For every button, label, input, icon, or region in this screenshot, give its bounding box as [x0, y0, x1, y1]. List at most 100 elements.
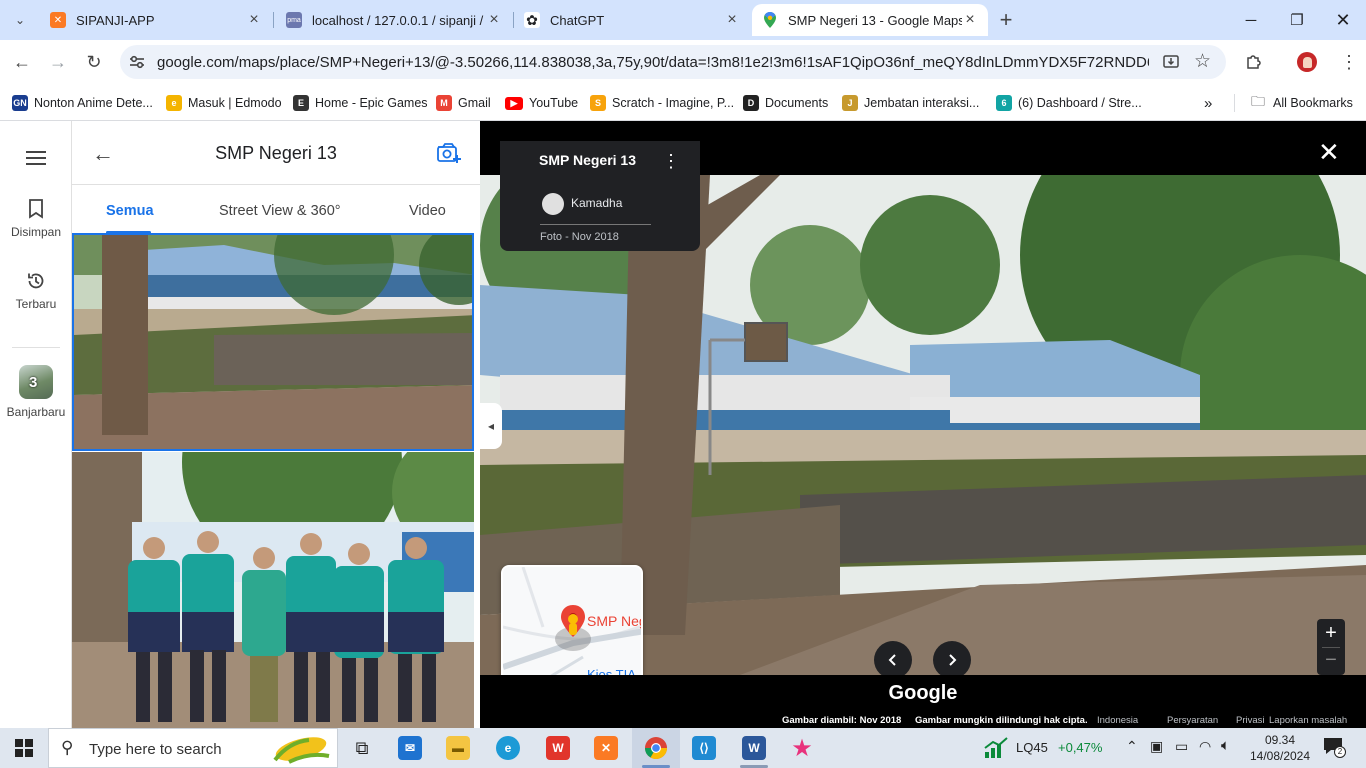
url-text[interactable]: google.com/maps/place/SMP+Negeri+13/@-3.… [157, 54, 1149, 71]
tab-street-view[interactable]: Street View & 360° [219, 203, 341, 219]
minus-icon: − [1325, 649, 1337, 671]
bookmarks-overflow-button[interactable]: » [1204, 92, 1212, 114]
security-tray-icon[interactable]: ▣ [1150, 738, 1163, 755]
reload-button[interactable]: ↻ [78, 46, 110, 78]
tab-chatgpt[interactable]: ✿ ChatGPT × [514, 4, 750, 36]
close-icon[interactable]: × [724, 11, 740, 29]
collapse-panel-button[interactable]: ◂ [480, 403, 502, 449]
zoom-out-button[interactable]: − [1317, 647, 1345, 675]
close-viewer-button[interactable]: ✕ [1318, 139, 1340, 165]
notification-count-badge: 2 [1334, 746, 1346, 758]
clock[interactable]: 09.34 14/08/2024 [1248, 732, 1312, 764]
new-tab-button[interactable]: + [990, 4, 1022, 36]
footer-terms-link[interactable]: Persyaratan [1167, 715, 1218, 726]
tab-semua[interactable]: Semua [106, 203, 154, 219]
close-icon[interactable]: × [962, 11, 978, 29]
volume-icon[interactable]: 🔈︎ [1221, 737, 1230, 754]
bookmark-gmail[interactable]: M Gmail [436, 92, 491, 114]
show-hidden-icons-button[interactable]: ⌃ [1126, 738, 1138, 755]
profile-avatar[interactable] [1297, 52, 1317, 72]
taskbar-search-box[interactable]: ⚲ Type here to search [48, 728, 338, 768]
file-explorer-app[interactable]: ▬ [434, 728, 482, 768]
stock-ticker[interactable]: LQ45 [1016, 740, 1048, 755]
address-bar[interactable]: google.com/maps/place/SMP+Negeri+13/@-3.… [120, 45, 1226, 79]
edge-app[interactable]: e [484, 728, 532, 768]
next-photo-button[interactable] [933, 641, 971, 679]
photo-thumbnail-teachers-group[interactable] [72, 452, 474, 728]
windows-taskbar: ⚲ Type here to search ⧉ ✉ ▬ e W ✕ ⟨⟩ W ★… [0, 728, 1366, 768]
bookmark-scratch[interactable]: S Scratch - Imagine, P... [590, 92, 734, 114]
photo-author[interactable]: Kamadha [571, 196, 622, 210]
recent-button[interactable]: Terbaru [0, 271, 72, 311]
bookmark-jembatan[interactable]: J Jembatan interaksi... [842, 92, 979, 114]
minimize-button[interactable]: ─ [1228, 0, 1274, 40]
extensions-button[interactable] [1238, 46, 1270, 78]
battery-icon[interactable]: ▭ [1175, 738, 1188, 755]
word-app[interactable]: W [730, 728, 778, 768]
recent-count-badge: 3 [29, 374, 38, 391]
close-icon[interactable]: × [486, 11, 502, 29]
recent-place-banjarbaru[interactable]: 3 Banjarbaru [0, 365, 72, 419]
restore-button[interactable]: ❐ [1274, 0, 1320, 40]
vscode-app[interactable]: ⟨⟩ [680, 728, 728, 768]
xampp-app[interactable]: ✕ [582, 728, 630, 768]
browser-toolbar: ← → ↻ google.com/maps/place/SMP+Negeri+1… [0, 40, 1366, 85]
tab-video[interactable]: Video [409, 203, 446, 219]
photo-more-button[interactable]: ⋮ [662, 151, 680, 172]
photo-place-name[interactable]: SMP Negeri 13 [539, 152, 636, 168]
bookmark-dashboard[interactable]: 6 (6) Dashboard / Stre... [996, 92, 1142, 114]
install-app-icon[interactable] [1162, 53, 1180, 71]
start-button[interactable] [0, 728, 48, 768]
epic-games-icon: E [293, 95, 309, 111]
footer-privacy-link[interactable]: Privasi [1236, 715, 1265, 726]
close-icon[interactable]: × [246, 11, 262, 29]
tab-google-maps[interactable]: SMP Negeri 13 - Google Maps × [752, 4, 988, 36]
footer-region-link[interactable]: Indonesia [1097, 715, 1138, 726]
dashboard-icon: 6 [996, 95, 1012, 111]
site-settings-icon[interactable] [128, 53, 146, 71]
bookmark-documents[interactable]: D Documents [743, 92, 828, 114]
tab-sipanji[interactable]: ✕ SIPANJI-APP × [40, 4, 272, 36]
close-window-button[interactable]: ✕ [1320, 0, 1366, 40]
jembatan-icon: J [842, 95, 858, 111]
footer-report-link[interactable]: Laporkan masalah [1269, 715, 1347, 726]
mail-app[interactable]: ✉ [386, 728, 434, 768]
task-view-button[interactable]: ⧉ [338, 728, 386, 768]
back-button[interactable]: ← [6, 46, 38, 78]
bookmark-label: Documents [765, 96, 829, 110]
wifi-icon[interactable]: ◠ [1199, 738, 1211, 755]
windows-icon [15, 739, 33, 757]
notification-center-button[interactable]: 2 [1322, 736, 1346, 760]
school-yard-thumbnail-image [74, 235, 472, 449]
previous-photo-button[interactable] [874, 641, 912, 679]
chatgpt-icon: ✿ [524, 12, 540, 28]
tab-title: SIPANJI-APP [76, 12, 155, 28]
bookmark-nonton-anime[interactable]: GN Nonton Anime Dete... [12, 92, 153, 114]
tab-title: ChatGPT [550, 12, 605, 28]
bookmark-star-icon[interactable]: ☆ [1194, 50, 1211, 73]
star-app[interactable]: ★ [778, 728, 826, 768]
tab-search-button[interactable]: ⌄ [4, 4, 36, 36]
photo-viewer[interactable]: SMP Negeri 13 ⋮ Kamadha Foto - Nov 2018 … [480, 121, 1366, 728]
maps-left-rail: Disimpan Terbaru 3 Banjarbaru [0, 121, 72, 728]
chrome-app[interactable] [632, 728, 680, 768]
menu-button[interactable] [25, 150, 47, 171]
forward-button[interactable]: → [42, 46, 74, 78]
add-photo-button[interactable] [436, 141, 462, 165]
stock-change[interactable]: +0,47% [1058, 740, 1102, 755]
author-avatar[interactable] [542, 193, 564, 215]
bookmark-label: Nonton Anime Dete... [34, 96, 153, 110]
stock-chart-icon[interactable] [983, 736, 1009, 760]
zoom-in-button[interactable]: + [1317, 619, 1345, 647]
photo-thumbnail-school-yard[interactable] [72, 233, 474, 451]
bookmark-youtube[interactable]: ▶ YouTube [505, 92, 578, 114]
bookmark-edmodo[interactable]: e Masuk | Edmodo [166, 92, 282, 114]
saved-button[interactable]: Disimpan [0, 199, 72, 239]
more-vert-icon: ⋮ [1340, 51, 1358, 72]
tab-phpmyadmin[interactable]: pma localhost / 127.0.0.1 / sipanji / s … [276, 4, 512, 36]
panel-title: SMP Negeri 13 [215, 143, 337, 163]
all-bookmarks-button[interactable]: 🗀 All Bookmarks [1251, 92, 1353, 114]
wps-office-app[interactable]: W [534, 728, 582, 768]
chrome-menu-button[interactable]: ⋮ [1333, 46, 1365, 78]
bookmark-epic-games[interactable]: E Home - Epic Games [293, 92, 428, 114]
